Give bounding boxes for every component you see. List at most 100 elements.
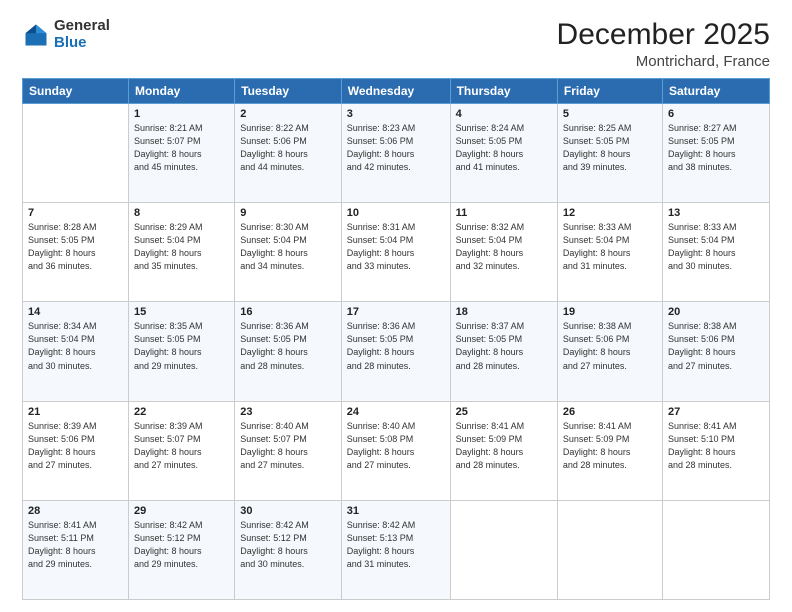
- calendar-cell: 8 Sunrise: 8:29 AM Sunset: 5:04 PM Daylig…: [128, 203, 234, 302]
- weekday-header-row: SundayMondayTuesdayWednesdayThursdayFrid…: [23, 79, 770, 104]
- day-number: 28: [28, 505, 123, 517]
- logo-text: General Blue: [54, 18, 110, 51]
- logo: General Blue: [22, 18, 110, 51]
- calendar-cell: 30Sunrise: 8:42 AM Sunset: 5:12 PM Dayli…: [235, 500, 342, 599]
- calendar-cell: 23 Sunrise: 8:40 AM Sunset: 5:07 PM Dayli…: [235, 401, 342, 500]
- day-info: Sunrise: 8:36 AM Sunset: 5:05 PM Dayligh…: [347, 320, 445, 372]
- calendar-cell: 22 Sunrise: 8:39 AM Sunset: 5:07 PM Dayli…: [128, 401, 234, 500]
- calendar-cell: 29 Sunrise: 8:42 AM Sunset: 5:12 PM Dayli…: [128, 500, 234, 599]
- day-info: Sunrise: 8:31 AM Sunset: 5:04 PM Dayligh…: [347, 221, 445, 273]
- weekday-header-saturday: Saturday: [662, 79, 769, 104]
- day-info: Sunrise: 8:21 AM Sunset: 5:07 PM Dayligh…: [134, 122, 229, 174]
- calendar-cell: 16Sunrise: 8:36 AM Sunset: 5:05 PM Dayli…: [235, 302, 342, 401]
- calendar-cell: 18 Sunrise: 8:37 AM Sunset: 5:05 PM Dayli…: [450, 302, 557, 401]
- calendar-cell: 19 Sunrise: 8:38 AM Sunset: 5:06 PM Dayli…: [557, 302, 662, 401]
- calendar-cell: 4 Sunrise: 8:24 AM Sunset: 5:05 PM Daylig…: [450, 104, 557, 203]
- day-number: 16: [240, 306, 336, 318]
- calendar-cell: 2Sunrise: 8:22 AM Sunset: 5:06 PM Daylig…: [235, 104, 342, 203]
- week-row-3: 21 Sunrise: 8:39 AM Sunset: 5:06 PM Dayli…: [23, 401, 770, 500]
- day-info: Sunrise: 8:24 AM Sunset: 5:05 PM Dayligh…: [456, 122, 552, 174]
- week-row-0: 1 Sunrise: 8:21 AM Sunset: 5:07 PM Daylig…: [23, 104, 770, 203]
- weekday-header-wednesday: Wednesday: [341, 79, 450, 104]
- day-number: 20: [668, 306, 764, 318]
- calendar-cell: 25 Sunrise: 8:41 AM Sunset: 5:09 PM Dayli…: [450, 401, 557, 500]
- day-number: 25: [456, 406, 552, 418]
- day-info: Sunrise: 8:41 AM Sunset: 5:09 PM Dayligh…: [456, 420, 552, 472]
- calendar-cell: 31 Sunrise: 8:42 AM Sunset: 5:13 PM Dayli…: [341, 500, 450, 599]
- day-number: 12: [563, 207, 657, 219]
- calendar-cell: [23, 104, 129, 203]
- weekday-header-monday: Monday: [128, 79, 234, 104]
- week-row-4: 28 Sunrise: 8:41 AM Sunset: 5:11 PM Dayli…: [23, 500, 770, 599]
- calendar-cell: 1 Sunrise: 8:21 AM Sunset: 5:07 PM Daylig…: [128, 104, 234, 203]
- calendar-cell: [557, 500, 662, 599]
- calendar-cell: 10 Sunrise: 8:31 AM Sunset: 5:04 PM Dayli…: [341, 203, 450, 302]
- calendar-cell: 5Sunrise: 8:25 AM Sunset: 5:05 PM Daylig…: [557, 104, 662, 203]
- calendar-cell: 3Sunrise: 8:23 AM Sunset: 5:06 PM Daylig…: [341, 104, 450, 203]
- day-info: Sunrise: 8:41 AM Sunset: 5:10 PM Dayligh…: [668, 420, 764, 472]
- weekday-header-thursday: Thursday: [450, 79, 557, 104]
- day-info: Sunrise: 8:42 AM Sunset: 5:12 PM Dayligh…: [240, 519, 336, 571]
- day-info: Sunrise: 8:40 AM Sunset: 5:07 PM Dayligh…: [240, 420, 336, 472]
- day-info: Sunrise: 8:38 AM Sunset: 5:06 PM Dayligh…: [563, 320, 657, 372]
- calendar-cell: 11 Sunrise: 8:32 AM Sunset: 5:04 PM Dayli…: [450, 203, 557, 302]
- calendar-cell: 9Sunrise: 8:30 AM Sunset: 5:04 PM Daylig…: [235, 203, 342, 302]
- day-info: Sunrise: 8:39 AM Sunset: 5:06 PM Dayligh…: [28, 420, 123, 472]
- day-number: 17: [347, 306, 445, 318]
- calendar-cell: [450, 500, 557, 599]
- day-info: Sunrise: 8:30 AM Sunset: 5:04 PM Dayligh…: [240, 221, 336, 273]
- location: Montrichard, France: [557, 53, 770, 70]
- day-number: 15: [134, 306, 229, 318]
- day-number: 27: [668, 406, 764, 418]
- calendar-cell: 26Sunrise: 8:41 AM Sunset: 5:09 PM Dayli…: [557, 401, 662, 500]
- day-number: 10: [347, 207, 445, 219]
- day-number: 8: [134, 207, 229, 219]
- day-info: Sunrise: 8:34 AM Sunset: 5:04 PM Dayligh…: [28, 320, 123, 372]
- day-info: Sunrise: 8:41 AM Sunset: 5:09 PM Dayligh…: [563, 420, 657, 472]
- calendar-cell: 24 Sunrise: 8:40 AM Sunset: 5:08 PM Dayli…: [341, 401, 450, 500]
- day-number: 22: [134, 406, 229, 418]
- calendar-cell: 12 Sunrise: 8:33 AM Sunset: 5:04 PM Dayli…: [557, 203, 662, 302]
- day-number: 21: [28, 406, 123, 418]
- day-info: Sunrise: 8:42 AM Sunset: 5:12 PM Dayligh…: [134, 519, 229, 571]
- calendar-cell: 21 Sunrise: 8:39 AM Sunset: 5:06 PM Dayli…: [23, 401, 129, 500]
- calendar-cell: 7Sunrise: 8:28 AM Sunset: 5:05 PM Daylig…: [23, 203, 129, 302]
- day-info: Sunrise: 8:41 AM Sunset: 5:11 PM Dayligh…: [28, 519, 123, 571]
- week-row-1: 7Sunrise: 8:28 AM Sunset: 5:05 PM Daylig…: [23, 203, 770, 302]
- logo-icon: [22, 21, 50, 49]
- day-number: 18: [456, 306, 552, 318]
- calendar-cell: [662, 500, 769, 599]
- day-number: 24: [347, 406, 445, 418]
- day-number: 23: [240, 406, 336, 418]
- day-info: Sunrise: 8:22 AM Sunset: 5:06 PM Dayligh…: [240, 122, 336, 174]
- day-number: 1: [134, 108, 229, 120]
- calendar-cell: 27 Sunrise: 8:41 AM Sunset: 5:10 PM Dayli…: [662, 401, 769, 500]
- day-number: 4: [456, 108, 552, 120]
- day-number: 11: [456, 207, 552, 219]
- calendar-cell: 14 Sunrise: 8:34 AM Sunset: 5:04 PM Dayli…: [23, 302, 129, 401]
- day-info: Sunrise: 8:37 AM Sunset: 5:05 PM Dayligh…: [456, 320, 552, 372]
- day-number: 29: [134, 505, 229, 517]
- month-title: December 2025: [557, 18, 770, 51]
- day-info: Sunrise: 8:38 AM Sunset: 5:06 PM Dayligh…: [668, 320, 764, 372]
- day-info: Sunrise: 8:40 AM Sunset: 5:08 PM Dayligh…: [347, 420, 445, 472]
- day-number: 6: [668, 108, 764, 120]
- day-info: Sunrise: 8:42 AM Sunset: 5:13 PM Dayligh…: [347, 519, 445, 571]
- day-info: Sunrise: 8:33 AM Sunset: 5:04 PM Dayligh…: [668, 221, 764, 273]
- calendar-cell: 13 Sunrise: 8:33 AM Sunset: 5:04 PM Dayli…: [662, 203, 769, 302]
- day-info: Sunrise: 8:35 AM Sunset: 5:05 PM Dayligh…: [134, 320, 229, 372]
- day-info: Sunrise: 8:32 AM Sunset: 5:04 PM Dayligh…: [456, 221, 552, 273]
- day-info: Sunrise: 8:29 AM Sunset: 5:04 PM Dayligh…: [134, 221, 229, 273]
- day-number: 14: [28, 306, 123, 318]
- day-info: Sunrise: 8:39 AM Sunset: 5:07 PM Dayligh…: [134, 420, 229, 472]
- day-info: Sunrise: 8:28 AM Sunset: 5:05 PM Dayligh…: [28, 221, 123, 273]
- weekday-header-friday: Friday: [557, 79, 662, 104]
- day-number: 19: [563, 306, 657, 318]
- day-info: Sunrise: 8:25 AM Sunset: 5:05 PM Dayligh…: [563, 122, 657, 174]
- day-number: 13: [668, 207, 764, 219]
- weekday-header-sunday: Sunday: [23, 79, 129, 104]
- day-number: 31: [347, 505, 445, 517]
- day-number: 3: [347, 108, 445, 120]
- day-info: Sunrise: 8:27 AM Sunset: 5:05 PM Dayligh…: [668, 122, 764, 174]
- day-info: Sunrise: 8:33 AM Sunset: 5:04 PM Dayligh…: [563, 221, 657, 273]
